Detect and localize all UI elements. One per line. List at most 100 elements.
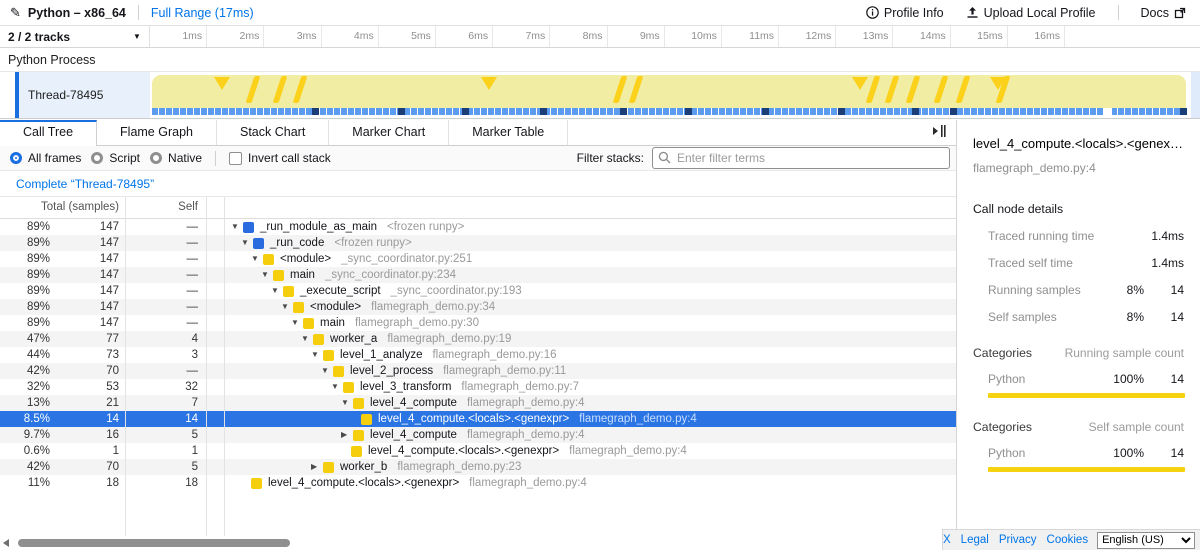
total-cell: 8.5%14 <box>0 411 125 427</box>
radio-script[interactable]: Script <box>91 151 140 165</box>
footer-link-legal[interactable]: Legal <box>961 534 989 546</box>
call-tree-row[interactable]: 9.7%165▶level_4_computeflamegraph_demo.p… <box>0 427 956 443</box>
scroll-left-arrow-icon[interactable] <box>3 539 9 547</box>
category-square-icon <box>353 430 364 441</box>
language-select[interactable]: English (US) <box>1097 532 1195 549</box>
footer-link-privacy[interactable]: Privacy <box>999 534 1037 546</box>
tab-stack-chart[interactable]: Stack Chart <box>217 120 329 145</box>
footer-link-x[interactable]: X <box>943 534 951 546</box>
track-graph[interactable] <box>150 72 1190 118</box>
category-square-icon <box>313 334 324 345</box>
self-column-header[interactable]: Self <box>125 197 206 218</box>
call-tree-row[interactable]: 89%147—▼mainflamegraph_demo.py:30 <box>0 315 956 331</box>
self-cell: 7 <box>125 395 206 411</box>
scrollbar-thumb[interactable] <box>18 539 290 547</box>
total-count: 1 <box>50 443 125 459</box>
file-location: flamegraph_demo.py:4 <box>569 443 687 459</box>
call-tree-row[interactable]: 32%5332▼level_3_transformflamegraph_demo… <box>0 379 956 395</box>
total-cell: 89%147 <box>0 315 125 331</box>
call-tree-row[interactable]: 13%217▼level_4_computeflamegraph_demo.py… <box>0 395 956 411</box>
thread-track-label[interactable]: Thread-78495 <box>19 72 150 118</box>
profile-title: Python – x86_64 <box>28 6 126 20</box>
invert-call-stack-checkbox[interactable]: Invert call stack <box>229 151 331 165</box>
expand-arrow-down-icon[interactable]: ▼ <box>231 219 243 235</box>
expand-arrow-down-icon[interactable]: ▼ <box>341 395 353 411</box>
function-name: main <box>290 267 315 283</box>
marker-triangle-icon[interactable] <box>481 77 497 90</box>
expand-arrow-down-icon[interactable]: ▼ <box>261 267 273 283</box>
expand-arrow-down-icon[interactable]: ▼ <box>271 283 283 299</box>
call-tree-row[interactable]: 0.6%11level_4_compute.<locals>.<genexpr>… <box>0 443 956 459</box>
total-percent: 89% <box>0 267 50 283</box>
call-tree-row[interactable]: 44%733▼level_1_analyzeflamegraph_demo.py… <box>0 347 956 363</box>
categories-label: Categories <box>973 420 1089 434</box>
call-tree-row[interactable]: 89%147—▼main_sync_coordinator.py:234 <box>0 267 956 283</box>
ruler-tick: 9ms <box>608 26 665 47</box>
marker-triangle-icon[interactable] <box>214 77 230 90</box>
file-location: flamegraph_demo.py:7 <box>461 379 579 395</box>
expand-arrow-down-icon[interactable]: ▼ <box>251 251 263 267</box>
process-track-header[interactable]: Python Process <box>0 48 1200 72</box>
docs-button[interactable]: Docs <box>1141 6 1186 20</box>
full-range-breadcrumb[interactable]: Full Range (17ms) <box>151 6 254 20</box>
sample-dark-segment <box>950 108 957 115</box>
call-tree-row[interactable]: 42%70—▼level_2_processflamegraph_demo.py… <box>0 363 956 379</box>
tab-marker-chart[interactable]: Marker Chart <box>329 120 449 145</box>
ruler-tick: 5ms <box>379 26 436 47</box>
total-percent: 47% <box>0 331 50 347</box>
gap-cell <box>206 235 224 251</box>
radio-label: Script <box>109 151 140 165</box>
category-square-icon <box>333 366 344 377</box>
call-tree-row[interactable]: 42%705▶worker_bflamegraph_demo.py:23 <box>0 459 956 475</box>
gap-cell <box>206 395 224 411</box>
call-tree-row[interactable]: 47%774▼worker_aflamegraph_demo.py:19 <box>0 331 956 347</box>
filter-stacks-input[interactable] <box>652 147 950 169</box>
tab-marker-table[interactable]: Marker Table <box>449 120 568 145</box>
timeline-ruler[interactable]: 1ms2ms3ms4ms5ms6ms7ms8ms9ms10ms11ms12ms1… <box>150 26 1200 47</box>
expand-arrow-right-icon[interactable]: ▶ <box>311 459 323 475</box>
category-square-icon <box>323 462 334 473</box>
horizontal-scrollbar[interactable] <box>0 536 956 550</box>
tab-call-tree[interactable]: Call Tree <box>0 120 97 146</box>
expand-arrow-down-icon[interactable]: ▼ <box>241 235 253 251</box>
call-tree-row[interactable]: 89%147—▼_run_code<frozen runpy> <box>0 235 956 251</box>
radio-native[interactable]: Native <box>150 151 202 165</box>
expand-arrow-down-icon[interactable]: ▼ <box>311 347 323 363</box>
tree-cell: ▼_execute_script_sync_coordinator.py:193 <box>224 283 956 299</box>
edit-profile-name-icon[interactable]: ✎ <box>10 5 21 21</box>
expand-arrow-down-icon[interactable]: ▼ <box>301 331 313 347</box>
call-tree-row[interactable]: 89%147—▼_run_module_as_main<frozen runpy… <box>0 219 956 235</box>
search-icon <box>658 151 671 164</box>
tracks-dropdown-button[interactable]: 2 / 2 tracks ▼ <box>0 26 150 47</box>
tree-cell: ▼_run_code<frozen runpy> <box>224 235 956 251</box>
expand-arrow-down-icon[interactable]: ▼ <box>291 315 303 331</box>
complete-thread-breadcrumb[interactable]: Complete “Thread-78495” <box>16 177 154 191</box>
ruler-tick: 2ms <box>207 26 264 47</box>
self-cell: 14 <box>125 411 206 427</box>
sidebar-toggle-button[interactable] <box>930 124 947 143</box>
call-tree-row[interactable]: 11%1818level_4_compute.<locals>.<genexpr… <box>0 475 956 491</box>
marker-triangle-icon[interactable] <box>852 77 868 90</box>
categories-header: CategoriesSelf sample count <box>973 420 1184 434</box>
call-tree-row[interactable]: 89%147—▼_execute_script_sync_coordinator… <box>0 283 956 299</box>
expand-arrow-down-icon[interactable]: ▼ <box>331 379 343 395</box>
tree-cell: ▼mainflamegraph_demo.py:30 <box>224 315 956 331</box>
call-tree-row[interactable]: 89%147—▼<module>flamegraph_demo.py:34 <box>0 299 956 315</box>
filter-stacks-label: Filter stacks: <box>577 151 644 165</box>
footer-link-cookies[interactable]: Cookies <box>1047 534 1089 546</box>
tracks-scrollbar[interactable] <box>1191 72 1200 118</box>
call-tree-row[interactable]: 89%147—▼<module>_sync_coordinator.py:251 <box>0 251 956 267</box>
expand-arrow-right-icon[interactable]: ▶ <box>341 427 353 443</box>
upload-profile-button[interactable]: Upload Local Profile <box>966 6 1096 20</box>
call-tree-row[interactable]: 8.5%1414level_4_compute.<locals>.<genexp… <box>0 411 956 427</box>
function-name: _execute_script <box>300 283 381 299</box>
tab-flame-graph[interactable]: Flame Graph <box>97 120 217 145</box>
radio-all-frames[interactable]: All frames <box>10 151 81 165</box>
profile-info-button[interactable]: Profile Info <box>866 6 944 20</box>
gap-cell <box>206 459 224 475</box>
expand-arrow-down-icon[interactable]: ▼ <box>281 299 293 315</box>
file-location: flamegraph_demo.py:4 <box>469 475 587 491</box>
expand-arrow-down-icon[interactable]: ▼ <box>321 363 333 379</box>
cpu-usage-graph <box>152 75 1186 108</box>
total-samples-column-header[interactable]: Total (samples) <box>0 197 125 218</box>
